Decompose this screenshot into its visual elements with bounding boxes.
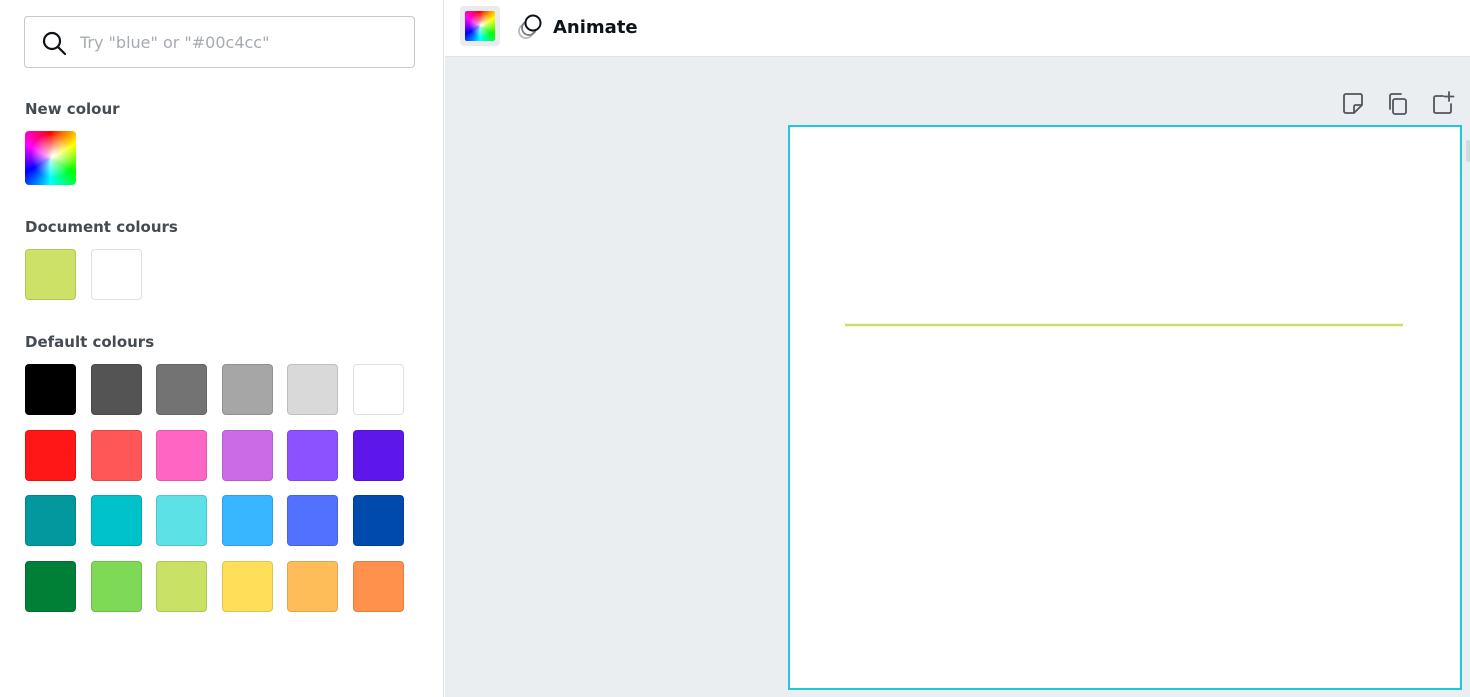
default-colour-swatch[interactable] — [221, 364, 273, 415]
sticky-note-icon[interactable] — [1340, 91, 1366, 117]
animate-button[interactable]: Animate — [515, 10, 638, 44]
default-colour-swatch[interactable] — [25, 560, 76, 612]
colour-search-input[interactable] — [80, 27, 400, 57]
new-colour-heading: New colour — [25, 100, 120, 118]
canvas-elements — [845, 323, 1403, 327]
add-page-icon[interactable] — [1430, 90, 1456, 116]
document-colour-swatch[interactable] — [25, 249, 76, 300]
default-colour-swatch[interactable] — [287, 495, 339, 547]
default-colour-swatch[interactable] — [221, 495, 273, 547]
default-colour-swatch[interactable] — [221, 560, 273, 612]
default-colour-swatch[interactable] — [90, 495, 142, 547]
animate-icon — [518, 14, 542, 39]
default-colour-swatch[interactable] — [25, 364, 76, 415]
default-colour-swatch[interactable] — [25, 429, 76, 481]
default-colour-swatch[interactable] — [221, 429, 273, 481]
default-colour-swatch[interactable] — [353, 364, 404, 415]
colour-wheel-icon — [465, 11, 495, 41]
animate-label: Animate — [553, 16, 638, 38]
new-colour-swatch[interactable] — [25, 131, 76, 185]
default-colour-swatch[interactable] — [353, 495, 404, 547]
scrollbar-thumb[interactable] — [1466, 140, 1470, 162]
default-colour-swatch[interactable] — [287, 364, 339, 415]
default-colour-swatch[interactable] — [156, 560, 208, 612]
default-colour-swatch[interactable] — [90, 429, 142, 481]
colour-panel: New colour Document colours Default colo… — [0, 0, 444, 697]
document-colours-heading: Document colours — [25, 218, 178, 236]
default-colour-swatch[interactable] — [353, 560, 404, 612]
document-colour-swatch[interactable] — [90, 249, 142, 300]
design-page[interactable] — [788, 125, 1462, 690]
duplicate-page-icon[interactable] — [1385, 91, 1411, 117]
default-colour-swatch[interactable] — [25, 495, 76, 547]
colour-search-box[interactable] — [24, 16, 415, 68]
default-colours-heading: Default colours — [25, 333, 155, 351]
default-colour-swatch[interactable] — [156, 495, 208, 547]
editor-toolbar: Animate — [445, 0, 1470, 57]
search-icon — [42, 31, 67, 56]
default-colour-swatch[interactable] — [90, 560, 142, 612]
default-colour-swatch[interactable] — [287, 429, 339, 481]
default-colour-swatch[interactable] — [287, 560, 339, 612]
default-colour-swatch[interactable] — [156, 364, 208, 415]
default-colour-swatch[interactable] — [353, 429, 404, 481]
default-colour-swatch[interactable] — [90, 364, 142, 415]
text-colour-button[interactable] — [460, 6, 500, 46]
default-colour-swatch[interactable] — [156, 429, 208, 481]
